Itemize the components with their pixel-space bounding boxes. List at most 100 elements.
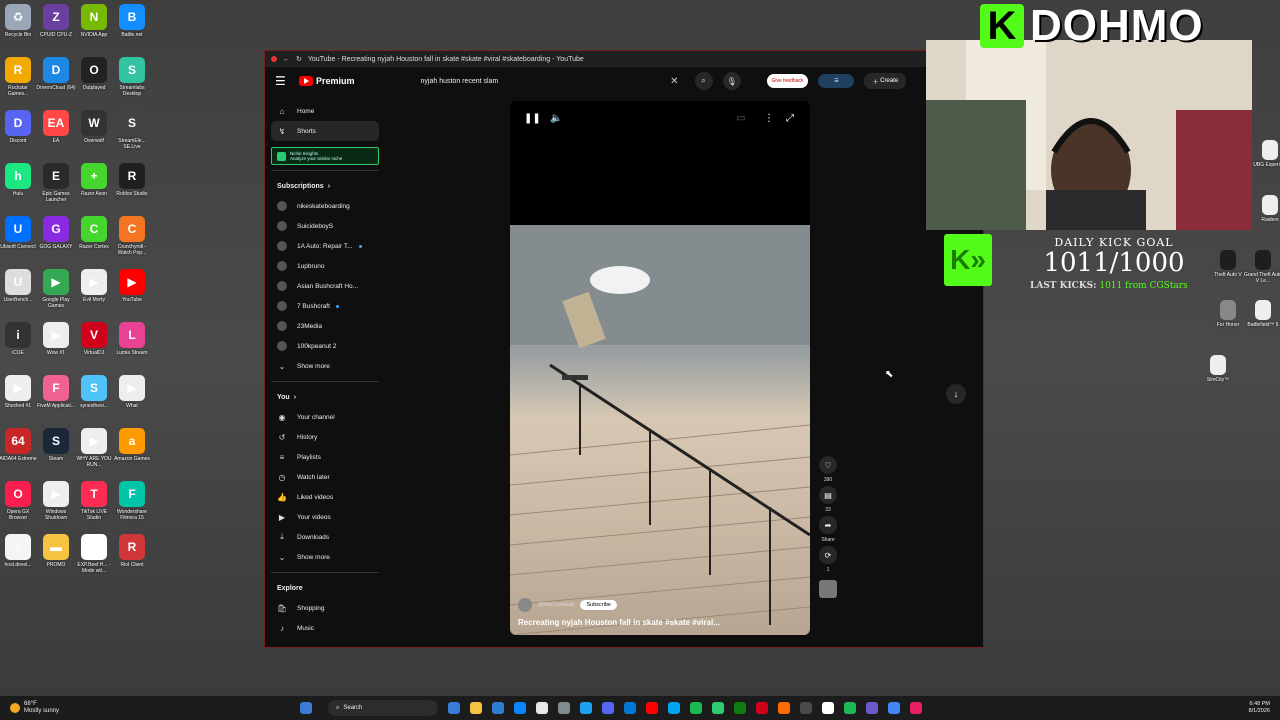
desktop-icon[interactable]: F Wondershare Filmora 15: [114, 481, 150, 521]
desktop-icon[interactable]: F FiveM Applicati...: [37, 375, 75, 409]
desktop-icon[interactable]: O Opera GX Browser: [0, 481, 36, 521]
you-show-more[interactable]: ⌄ Show more: [271, 547, 379, 567]
desktop-icon[interactable]: a Amazon Games: [114, 428, 150, 462]
taskbar-app-icon[interactable]: [690, 702, 702, 714]
taskbar-app-icon[interactable]: [778, 702, 790, 714]
sidebar-item-home[interactable]: ⌂ Home: [271, 101, 379, 121]
next-short-arrow-icon[interactable]: ↓: [946, 384, 966, 404]
sidebar-item-shopping[interactable]: 🛍 Shopping: [271, 598, 379, 618]
desktop-icon[interactable]: R Roblox Studio: [114, 163, 150, 197]
desktop-icon[interactable]: Z CPUID CPU-Z: [38, 4, 74, 38]
microphone-icon[interactable]: 🎙: [722, 72, 741, 90]
youtube-logo[interactable]: Premium: [299, 76, 355, 86]
sidebar-item-your-videos[interactable]: ▶ Your videos: [271, 507, 379, 527]
search-icon[interactable]: ⌕: [694, 72, 713, 90]
more-options-icon[interactable]: ⋮: [764, 113, 774, 124]
desktop-icon[interactable]: h Hulu: [0, 163, 36, 197]
taskbar-app-icon[interactable]: [470, 702, 482, 714]
taskbar-app-icon[interactable]: [514, 702, 526, 714]
sidebar-item-watch-later[interactable]: ◷ Watch later: [271, 467, 379, 487]
back-icon[interactable]: ←: [283, 56, 290, 63]
extension-button[interactable]: ☰: [818, 74, 855, 88]
subscription-item[interactable]: 100kpeanut 2: [271, 336, 379, 356]
sidebar-item-music[interactable]: ♪ Music: [271, 618, 379, 638]
taskbar-app-icon[interactable]: [624, 702, 636, 714]
give-feedback-button[interactable]: Give feedback: [766, 74, 809, 88]
desktop-icon[interactable]: ▶ YouTube: [114, 269, 150, 303]
desktop-icon[interactable]: U Ubisoft Connect: [0, 216, 36, 250]
subscription-item[interactable]: 1A Auto: Repair T...: [271, 236, 379, 256]
taskbar-app-icon[interactable]: [668, 702, 680, 714]
desktop-icon[interactable]: ♻ Recycle Bin: [0, 4, 36, 38]
desktop-icon[interactable]: G GOG GALAXY: [38, 216, 74, 250]
desktop-icon[interactable]: For Honor: [1210, 300, 1246, 328]
share-icon[interactable]: ➦: [819, 516, 837, 534]
desktop-icon[interactable]: R Rockstar Games...: [0, 57, 36, 97]
weather-widget[interactable]: 68°F Mostly sunny: [0, 701, 300, 715]
shorts-player[interactable]: ❚❚ 🔈 ▭ ⋮ ⤢ @MacCastaway Subscribe Recrea…: [510, 101, 810, 635]
sidebar-item-shorts[interactable]: ↯ Shorts: [271, 121, 379, 141]
desktop-icon[interactable]: S StreamEle... SE.Live: [114, 110, 150, 150]
channel-handle[interactable]: @MacCastaway: [538, 602, 574, 608]
taskbar-search[interactable]: ⌕ Search: [328, 700, 438, 716]
desktop-icon[interactable]: N NVIDIA App: [76, 4, 112, 38]
taskbar-app-icon[interactable]: [580, 702, 592, 714]
subscription-item[interactable]: Asian Bushcraft Ho...: [271, 276, 379, 296]
you-heading[interactable]: You ›: [271, 387, 379, 407]
desktop-icon[interactable]: S Steam: [38, 428, 74, 462]
desktop-icon[interactable]: i iCUE: [0, 322, 36, 356]
taskbar-app-icon[interactable]: [734, 702, 746, 714]
sound-thumbnail[interactable]: [819, 580, 837, 598]
subscriptions-heading[interactable]: Subscriptions ›: [271, 176, 379, 196]
create-button[interactable]: ＋ Create: [864, 73, 907, 89]
taskbar-app-icon[interactable]: [602, 702, 614, 714]
taskbar-app-icon[interactable]: [448, 702, 460, 714]
subscription-item[interactable]: SuicideboyS: [271, 216, 379, 236]
channel-avatar[interactable]: [518, 598, 532, 612]
taskbar-app-icon[interactable]: [536, 702, 548, 714]
desktop-icon[interactable]: D Discord: [0, 110, 36, 144]
video-frame[interactable]: [510, 225, 810, 635]
subscription-item[interactable]: 23Media: [271, 316, 379, 336]
taskbar-app-icon[interactable]: [800, 702, 812, 714]
subscription-item[interactable]: 7 Bushcraft: [271, 296, 379, 316]
fullscreen-icon[interactable]: ⤢: [786, 113, 794, 124]
desktop-icon[interactable]: ▶ WHY ARE YOU RUN...: [76, 428, 112, 468]
desktop-icon[interactable]: UBG Experie...: [1252, 140, 1280, 168]
taskbar-app-icon[interactable]: [910, 702, 922, 714]
desktop-icon[interactable]: S Streamlabs Desktop: [114, 57, 150, 97]
taskbar-app-icon[interactable]: [866, 702, 878, 714]
desktop-icon[interactable]: ▶ What: [114, 375, 150, 409]
desktop-icon[interactable]: ▶ Windows Shutdown: [38, 481, 74, 521]
desktop-icon[interactable]: + Razer Axon: [76, 163, 112, 197]
taskbar-app-icon[interactable]: [712, 702, 724, 714]
comments-icon[interactable]: ▤: [819, 486, 837, 504]
taskbar-clock[interactable]: 6:48 PM 8/1/2026: [1249, 701, 1280, 715]
desktop-icon[interactable]: O Outplayed: [76, 57, 112, 91]
sidebar-item-liked-videos[interactable]: 👍 Liked videos: [271, 487, 379, 507]
sidebar-item-your-channel[interactable]: ◉ Your channel: [271, 407, 379, 427]
desktop-icon[interactable]: Battlefield™ 6: [1245, 300, 1280, 328]
desktop-icon[interactable]: 64 AIDA64 Extreme: [0, 428, 37, 462]
taskbar-app-icon[interactable]: [822, 702, 834, 714]
like-icon[interactable]: ♡: [819, 456, 837, 474]
taskbar-app-icon[interactable]: [756, 702, 768, 714]
captions-icon[interactable]: ▭: [736, 113, 745, 124]
taskbar-app-icon[interactable]: [558, 702, 570, 714]
desktop-icon[interactable]: W Overwolf: [76, 110, 112, 144]
start-icon[interactable]: [300, 702, 312, 714]
desktop-icon[interactable]: Ssynesthesi...: [76, 375, 112, 409]
refresh-icon[interactable]: ↻: [296, 55, 302, 63]
taskbar-app-icon[interactable]: [492, 702, 504, 714]
desktop-icon[interactable]: W EXP.Beef.H... - Mode wit...: [76, 534, 112, 574]
niche-insights-banner[interactable]: Niche Insights Analyze your similar nich…: [271, 147, 379, 165]
desktop-icon[interactable]: SimCity™: [1200, 355, 1236, 383]
sidebar-item-history[interactable]: ↺ History: [271, 427, 379, 447]
desktop-icon[interactable]: T TikTok LIVE Studio: [76, 481, 112, 521]
subscription-item[interactable]: 1upbruno: [271, 256, 379, 276]
menu-icon[interactable]: ☰: [275, 74, 289, 88]
sidebar-item-playlists[interactable]: ≡ Playlists: [271, 447, 379, 467]
desktop-icon[interactable]: ▶ Evil Morty: [76, 269, 112, 303]
desktop-icon[interactable]: V VirtualDJ: [76, 322, 112, 356]
desktop-icon[interactable]: C Razer Cortex: [76, 216, 112, 250]
